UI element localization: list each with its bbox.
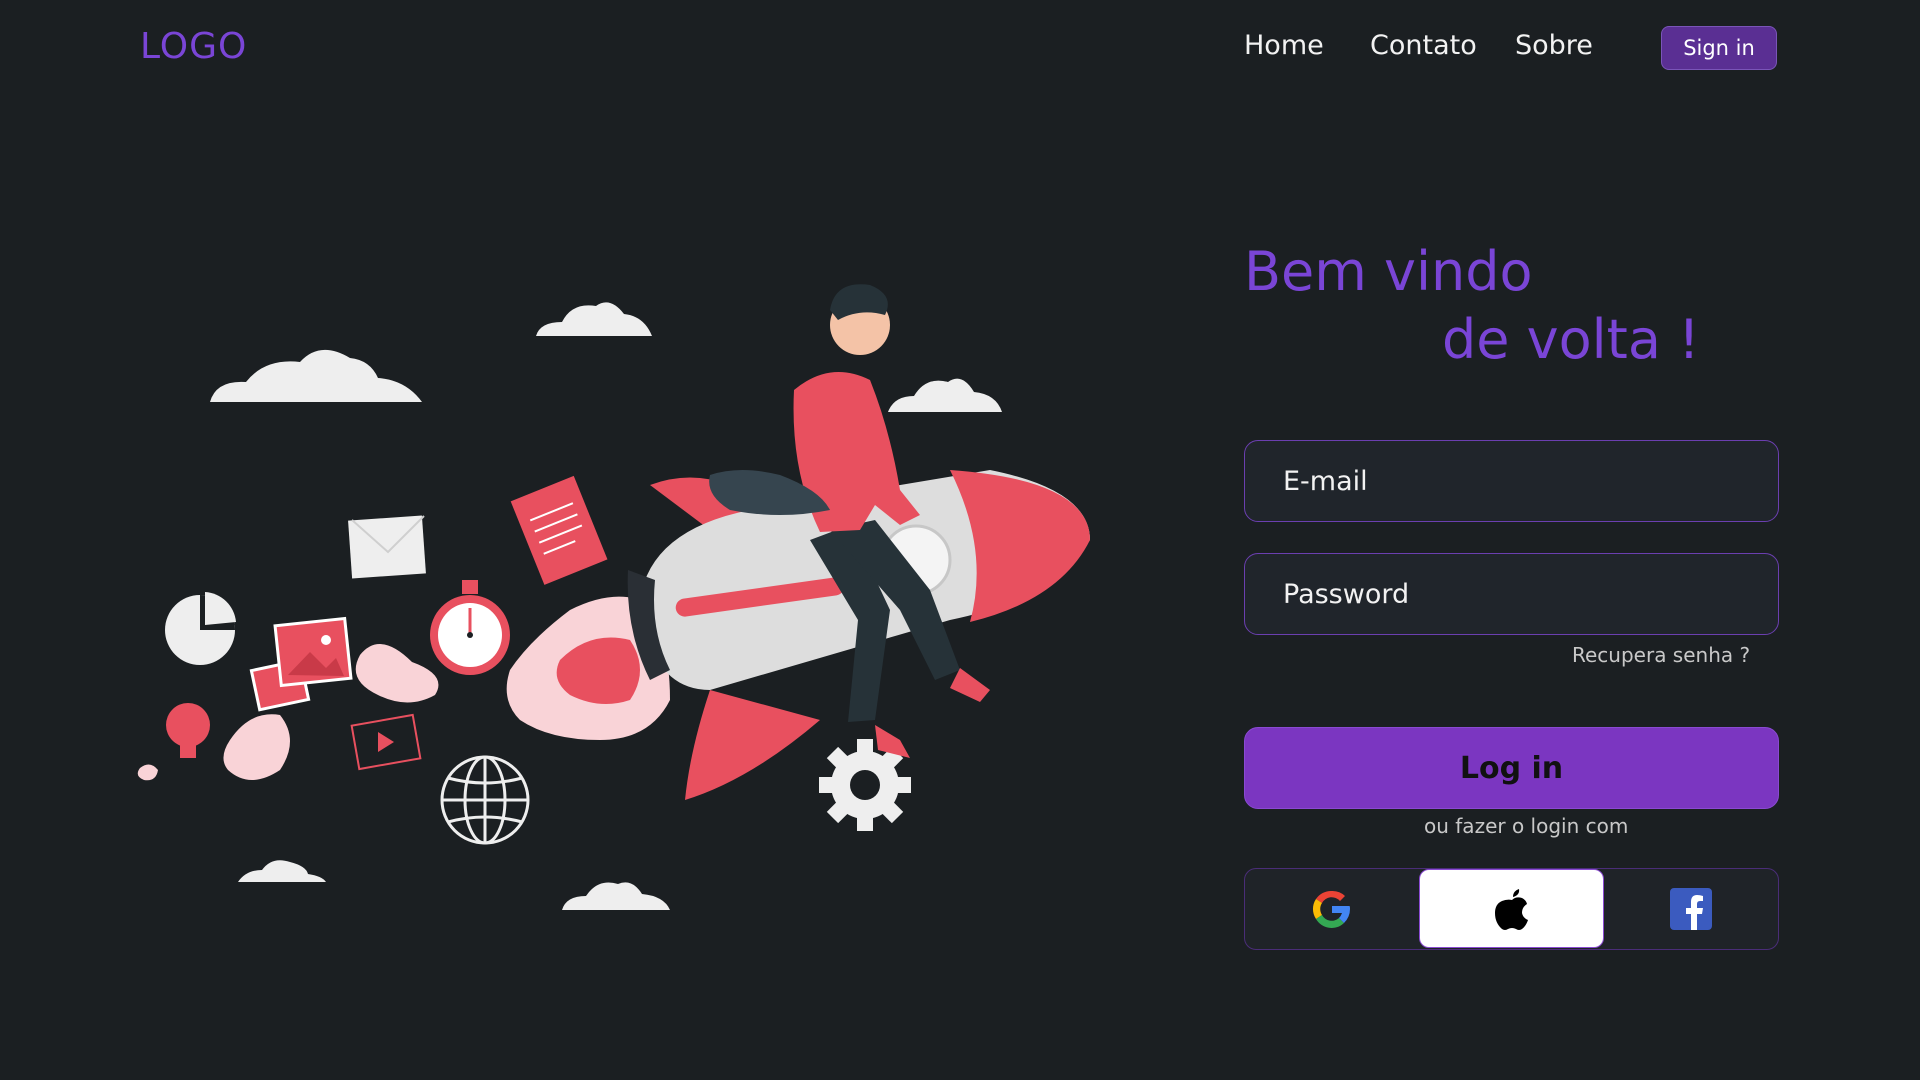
email-field[interactable] (1244, 440, 1779, 522)
globe-icon (440, 755, 530, 845)
facebook-login-button[interactable] (1604, 869, 1778, 948)
image-icon (249, 616, 353, 712)
document-icon (510, 475, 608, 585)
pie-chart-icon (165, 592, 236, 665)
blob-shape (223, 714, 290, 780)
logo[interactable]: LOGO (140, 26, 247, 67)
welcome-title-line1: Bem vindo (1244, 240, 1533, 303)
stopwatch-icon (430, 580, 510, 675)
facebook-icon (1670, 887, 1712, 930)
apple-icon (1494, 888, 1528, 930)
welcome-title-line2: de volta ! (1442, 308, 1700, 371)
envelope-icon (348, 515, 426, 579)
apple-login-button[interactable] (1419, 869, 1604, 948)
google-icon (1312, 890, 1350, 928)
nav-sobre[interactable]: Sobre (1515, 30, 1593, 61)
nav-contato[interactable]: Contato (1370, 30, 1477, 61)
blob-shape (137, 764, 158, 781)
password-field[interactable] (1244, 553, 1779, 635)
video-play-icon (350, 713, 422, 771)
alternative-login-text: ou fazer o login com (1424, 814, 1629, 838)
email-input[interactable] (1281, 464, 1778, 498)
sign-in-button[interactable]: Sign in (1661, 26, 1777, 70)
recover-password-link[interactable]: Recupera senha ? (1572, 643, 1750, 667)
nav-home[interactable]: Home (1244, 30, 1324, 61)
lightbulb-icon (166, 703, 210, 764)
google-login-button[interactable] (1245, 869, 1419, 948)
rocket-illustration (137, 284, 1090, 910)
social-login-group (1244, 868, 1779, 950)
login-button[interactable]: Log in (1244, 727, 1779, 809)
blob-shape (355, 644, 439, 703)
password-input[interactable] (1281, 577, 1778, 611)
